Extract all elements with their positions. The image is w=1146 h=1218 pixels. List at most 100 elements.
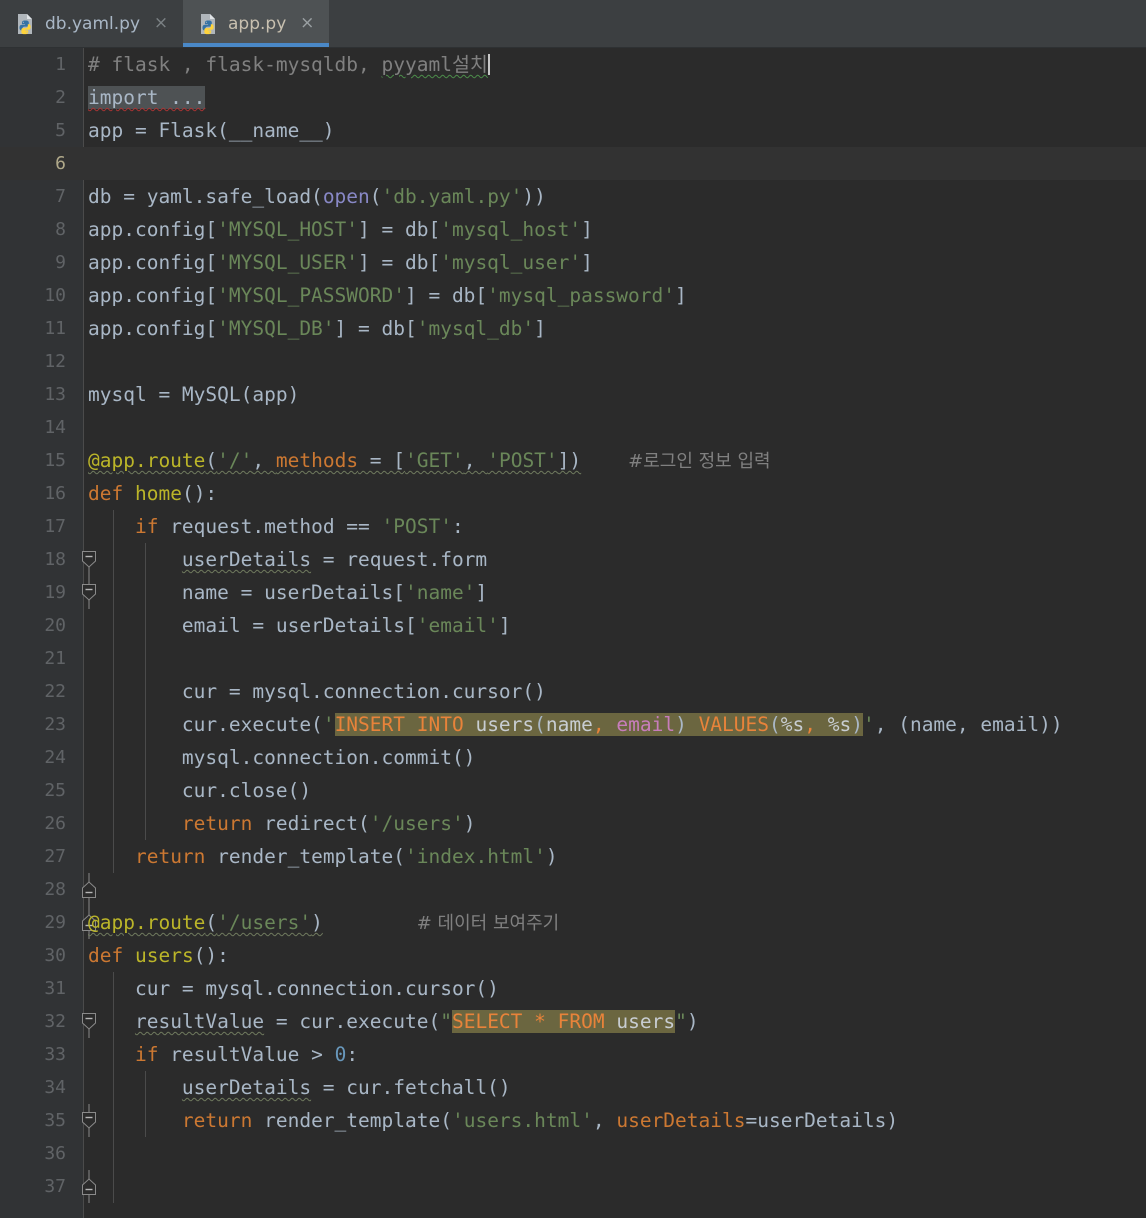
line-number: 25	[44, 780, 66, 801]
code-line[interactable]: 37	[0, 1170, 1146, 1203]
line-content: app = Flask(__name__)	[88, 119, 335, 142]
code-line[interactable]: 35 return render_template('users.html', …	[0, 1104, 1146, 1203]
line-number: 22	[44, 681, 66, 702]
line-number: 8	[55, 219, 66, 240]
indent-guide	[145, 642, 146, 675]
code-text-area[interactable]: 1 # flask , flask-mysqldb, pyyaml설치 2 im…	[0, 48, 1146, 1218]
tab-label: app.py	[228, 13, 287, 34]
line-content: db = yaml.safe_load(open('db.yaml.py'))	[88, 185, 546, 208]
line-number: 16	[44, 483, 66, 504]
line-content: cur = mysql.connection.cursor()	[88, 977, 499, 1000]
code-line[interactable]: 22 cur = mysql.connection.cursor()	[0, 675, 1146, 708]
close-icon[interactable]: ×	[153, 15, 169, 32]
code-line[interactable]: 25 cur.close()	[0, 774, 1146, 807]
line-number: 17	[44, 516, 66, 537]
line-content: name = userDetails['name']	[88, 581, 488, 604]
decorator-statement: @app.route('/', methods = ['GET', 'POST'…	[88, 449, 582, 472]
code-line[interactable]: 2 import ...	[0, 81, 1146, 172]
code-line[interactable]: 13 mysql = MySQL(app)	[0, 378, 1146, 411]
line-number: 6	[55, 153, 66, 174]
line-number: 20	[44, 615, 66, 636]
indent-guide	[113, 1137, 114, 1170]
line-content: resultValue = cur.execute("SELECT * FROM…	[134, 1010, 699, 1033]
line-number: 26	[44, 813, 66, 834]
code-line[interactable]: 26 return redirect('/users')	[0, 807, 1146, 906]
line-content: if resultValue > 0:	[134, 1043, 359, 1066]
code-line[interactable]: 18 userDetails = request.form	[0, 543, 1146, 576]
code-line[interactable]: 23 cur.execute('INSERT INTO users(name, …	[0, 708, 1146, 741]
code-line[interactable]: 28	[0, 873, 1146, 906]
indent-guide	[113, 1170, 114, 1203]
indent-guide	[113, 642, 114, 675]
code-line[interactable]: 30 def users():	[0, 939, 1146, 1038]
line-content: app.config['MYSQL_DB'] = db['mysql_db']	[88, 317, 546, 340]
line-content: def home():	[88, 482, 218, 505]
line-number: 11	[44, 318, 66, 339]
line-number: 18	[44, 549, 66, 570]
code-line[interactable]: 8 app.config['MYSQL_HOST'] = db['mysql_h…	[0, 213, 1146, 246]
line-number: 13	[44, 384, 66, 405]
line-number: 35	[44, 1110, 66, 1131]
code-line[interactable]: 31 cur = mysql.connection.cursor()	[0, 972, 1146, 1005]
close-icon[interactable]: ×	[299, 15, 315, 32]
code-line[interactable]: 17 if request.method == 'POST':	[0, 510, 1146, 609]
line-content: return render_template('users.html', use…	[181, 1109, 899, 1132]
line-content: app.config['MYSQL_USER'] = db['mysql_use…	[88, 251, 593, 274]
line-content: return render_template('index.html')	[134, 845, 558, 868]
code-line[interactable]: 14	[0, 411, 1146, 444]
inline-comment: # 데이터 보여주기	[416, 913, 560, 934]
line-content: if request.method == 'POST':	[134, 515, 464, 538]
code-line[interactable]: 9 app.config['MYSQL_USER'] = db['mysql_u…	[0, 246, 1146, 279]
code-editor[interactable]: 1 # flask , flask-mysqldb, pyyaml설치 2 im…	[0, 48, 1146, 1218]
line-content: cur = mysql.connection.cursor()	[88, 680, 546, 703]
code-line[interactable]: 33 if resultValue > 0:	[0, 1038, 1146, 1137]
line-number: 36	[44, 1143, 66, 1164]
code-line[interactable]: 7 db = yaml.safe_load(open('db.yaml.py')…	[0, 180, 1146, 213]
line-content: mysql.connection.commit()	[88, 746, 476, 769]
line-number: 2	[55, 87, 66, 108]
line-content: def users():	[88, 944, 229, 967]
code-line[interactable]: 21	[0, 642, 1146, 675]
line-content: import ...	[88, 81, 1146, 114]
python-file-icon	[16, 13, 36, 35]
line-content: # flask , flask-mysqldb, pyyaml설치	[88, 53, 490, 76]
line-content: @app.route('/', methods = ['GET', 'POST'…	[88, 444, 1146, 478]
line-content: email = userDetails['email']	[88, 614, 511, 637]
line-number: 27	[44, 846, 66, 867]
line-number: 33	[44, 1044, 66, 1065]
line-number: 10	[44, 285, 66, 306]
code-line[interactable]: 24 mysql.connection.commit()	[0, 741, 1146, 774]
editor-tab-bar: db.yaml.py × app.py ×	[0, 0, 1146, 48]
sql-fragment-insert: INSERT INTO users(name, email) VALUES(%s…	[334, 713, 863, 736]
line-content: cur.execute('INSERT INTO users(name, ema…	[88, 713, 1063, 736]
code-line[interactable]: 20 email = userDetails['email']	[0, 609, 1146, 642]
line-number: 24	[44, 747, 66, 768]
code-line[interactable]: 5 app = Flask(__name__)	[0, 114, 1146, 147]
line-number: 9	[55, 252, 66, 273]
line-number: 12	[44, 351, 66, 372]
tab-db-yaml-py[interactable]: db.yaml.py ×	[0, 0, 183, 47]
tab-app-py[interactable]: app.py ×	[183, 0, 330, 47]
python-file-icon	[199, 13, 219, 35]
code-line-current[interactable]: 6	[0, 147, 1146, 180]
line-content: userDetails = cur.fetchall()	[181, 1076, 511, 1099]
line-number: 1	[55, 54, 66, 75]
code-line[interactable]: 12	[0, 345, 1146, 378]
code-line[interactable]: 29 @app.route('/users') # 데이터 보여주기	[0, 906, 1146, 939]
code-line[interactable]: 10 app.config['MYSQL_PASSWORD'] = db['my…	[0, 279, 1146, 312]
code-line[interactable]: 34 userDetails = cur.fetchall()	[0, 1071, 1146, 1104]
code-line[interactable]: 32 resultValue = cur.execute("SELECT * F…	[0, 1005, 1146, 1038]
code-line[interactable]: 11 app.config['MYSQL_DB'] = db['mysql_db…	[0, 312, 1146, 345]
line-number: 19	[44, 582, 66, 603]
line-number: 37	[44, 1176, 66, 1197]
line-content: cur.close()	[88, 779, 312, 802]
line-number: 7	[55, 186, 66, 207]
code-line[interactable]: 19 name = userDetails['name']	[0, 576, 1146, 609]
line-number: 5	[55, 120, 66, 141]
code-line[interactable]: 15 @app.route('/', methods = ['GET', 'PO…	[0, 444, 1146, 477]
line-number: 15	[44, 450, 66, 471]
code-line[interactable]: 27 return render_template('index.html')	[0, 840, 1146, 939]
code-line[interactable]: 16 def home():	[0, 477, 1146, 576]
code-line[interactable]: 36	[0, 1137, 1146, 1170]
code-line[interactable]: 1 # flask , flask-mysqldb, pyyaml설치	[0, 48, 1146, 81]
